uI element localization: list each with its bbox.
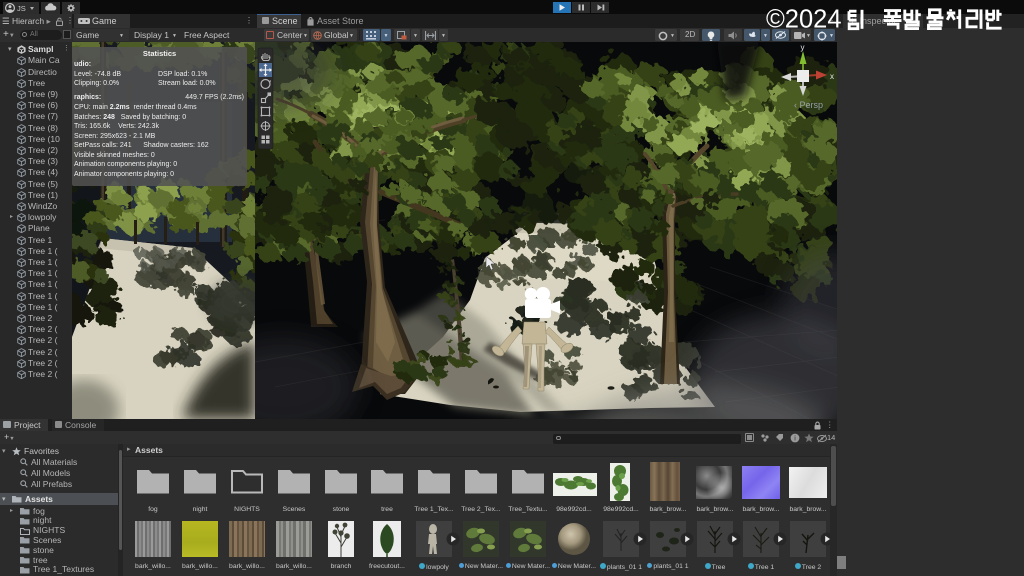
svg-text:y: y [801,43,805,52]
svg-text:x: x [830,72,834,81]
svg-text:JS: JS [17,4,26,13]
svg-text:‹ Persp: ‹ Persp [794,100,823,110]
svg-text:©2024: ©2024 [766,6,842,33]
